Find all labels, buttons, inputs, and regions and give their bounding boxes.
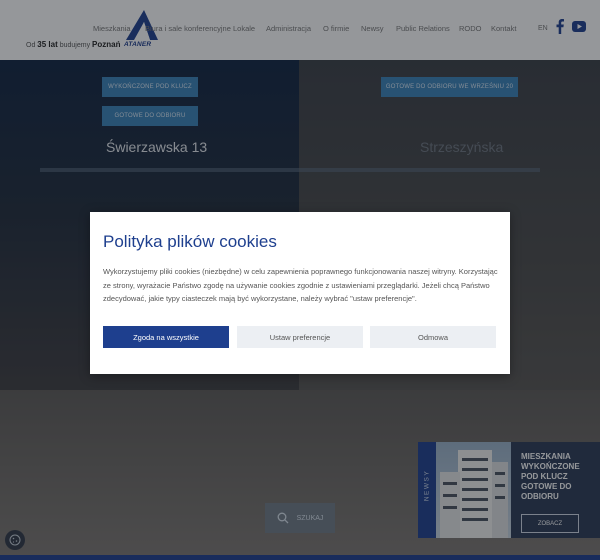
accept-all-button[interactable]: Zgoda na wszystkie bbox=[103, 326, 229, 348]
cookie-modal-text: Wykorzystujemy pliki cookies (niezbędne)… bbox=[103, 267, 498, 303]
cookie-modal: Polityka plików cookies Wykorzystujemy p… bbox=[90, 212, 510, 374]
reject-button[interactable]: Odmowa bbox=[370, 326, 496, 348]
set-preferences-button[interactable]: Ustaw preferencje bbox=[237, 326, 363, 348]
cookie-modal-title: Polityka plików cookies bbox=[103, 232, 277, 251]
